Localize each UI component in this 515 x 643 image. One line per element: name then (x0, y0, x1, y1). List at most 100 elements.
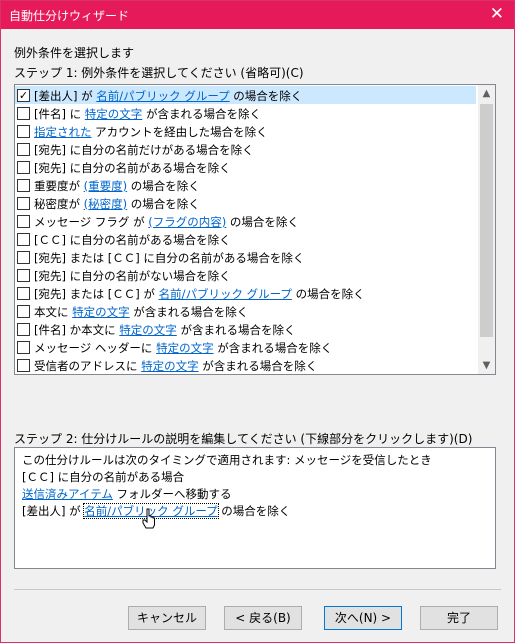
checkbox-icon[interactable] (17, 215, 30, 228)
condition-link[interactable]: (重要度) (84, 179, 127, 193)
condition-row[interactable]: 本文に 特定の文字 が含まれる場合を除く (15, 302, 476, 320)
condition-text: [件名] に (34, 107, 85, 121)
checkbox-icon[interactable] (17, 233, 30, 246)
condition-row[interactable]: 受信者のアドレスに 特定の文字 が含まれる場合を除く (15, 356, 476, 374)
back-button[interactable]: < 戻る(B) (224, 606, 302, 630)
condition-row[interactable]: 秘密度が (秘密度) の場合を除く (15, 194, 476, 212)
exception-conditions-list[interactable]: ✓ [差出人] が 名前/パブリック グループ の場合を除く [件名] に 特定の文… (14, 84, 496, 375)
condition-link[interactable]: 名前/パブリック グループ (159, 287, 292, 301)
checkbox-icon[interactable] (17, 359, 30, 372)
condition-link[interactable]: 特定の文字 (85, 107, 143, 121)
condition-link[interactable]: 名前/パブリック グループ (96, 89, 229, 103)
button-separator (14, 589, 501, 590)
condition-text: メッセージ ヘッダーに (34, 341, 157, 355)
condition-row[interactable]: [宛先] または [ＣＣ] に自分の名前がある場合を除く (15, 248, 476, 266)
condition-label: [宛先] または [ＣＣ] に自分の名前がある場合を除く (34, 250, 304, 266)
description-line-condition: [ＣＣ] に自分の名前がある場合 (22, 470, 185, 484)
condition-row[interactable]: [件名] か本文に 特定の文字 が含まれる場合を除く (15, 320, 476, 338)
checkbox-icon[interactable] (17, 143, 30, 156)
checkbox-icon[interactable] (17, 107, 30, 120)
condition-row[interactable]: [宛先] に自分の名前がある場合を除く (15, 158, 476, 176)
condition-link[interactable]: 指定された (34, 125, 92, 139)
condition-text: の場合を除く (226, 215, 299, 229)
condition-label: [宛先] に自分の名前がある場合を除く (34, 160, 231, 176)
condition-text: [差出人] が (34, 89, 97, 103)
condition-text: が含まれる場合を除く (213, 341, 333, 355)
checkbox-checked-icon[interactable]: ✓ (17, 89, 30, 102)
rule-description-box: この仕分けルールは次のタイミングで適用されます: メッセージを受信したとき [Ｃ… (14, 447, 496, 569)
condition-link[interactable]: 特定の文字 (72, 305, 130, 319)
condition-row[interactable]: 重要度が (重要度) の場合を除く (15, 176, 476, 194)
description-line-action: 送信済みアイテム フォルダーへ移動する (22, 486, 232, 502)
condition-link[interactable]: (フラグの内容) (148, 215, 226, 229)
condition-text: [件名] か本文に (34, 323, 120, 337)
folder-link[interactable]: 送信済みアイテム (22, 487, 113, 501)
condition-row[interactable]: ✓ [差出人] が 名前/パブリック グループ の場合を除く (15, 86, 476, 104)
description-line-timing: この仕分けルールは次のタイミングで適用されます: メッセージを受信したとき (22, 453, 432, 467)
condition-row[interactable]: [宛先] に自分の名前だけがある場合を除く (15, 140, 476, 158)
condition-link[interactable]: (秘密度) (84, 197, 127, 211)
condition-text: が含まれる場合を除く (176, 323, 296, 337)
list-scrollbar[interactable]: ▲ ▼ (478, 85, 495, 374)
condition-label: メッセージ フラグ が (フラグの内容) の場合を除く (34, 214, 299, 230)
condition-row[interactable]: 指定された アカウントを経由した場合を除く (15, 122, 476, 140)
condition-row[interactable]: [件名] に 特定の文字 が含まれる場合を除く (15, 104, 476, 122)
condition-label: メッセージ ヘッダーに 特定の文字 が含まれる場合を除く (34, 340, 332, 356)
condition-label: [差出人] が 名前/パブリック グループ の場合を除く (34, 88, 302, 104)
condition-text: アカウントを経由した場合を除く (91, 125, 268, 139)
exception-suffix: の場合を除く (217, 504, 291, 518)
scroll-up-icon[interactable]: ▲ (478, 85, 495, 102)
scroll-down-icon[interactable]: ▼ (478, 357, 495, 374)
condition-link[interactable]: 特定の文字 (141, 359, 199, 373)
close-icon[interactable]: ✕ (490, 4, 504, 24)
condition-label: 指定された アカウントを経由した場合を除く (34, 124, 268, 140)
step1-label: ステップ 1: 例外条件を選択してください (省略可)(C) (14, 66, 304, 80)
condition-row[interactable]: [ＣＣ] に自分の名前がある場合を除く (15, 230, 476, 248)
scroll-thumb[interactable] (480, 104, 493, 337)
finish-button[interactable]: 完了 (420, 606, 498, 630)
checkbox-icon[interactable] (17, 161, 30, 174)
next-button[interactable]: 次へ(N) > (324, 606, 402, 630)
checkbox-icon[interactable] (17, 269, 30, 282)
condition-row[interactable]: [宛先] に自分の名前がない場合を除く (15, 266, 476, 284)
condition-row[interactable]: メッセージ ヘッダーに 特定の文字 が含まれる場合を除く (15, 338, 476, 356)
condition-text: が含まれる場合を除く (198, 359, 318, 373)
condition-text: [宛先] に自分の名前だけがある場合を除く (34, 143, 254, 157)
condition-text: の場合を除く (291, 287, 365, 301)
checkbox-icon[interactable] (17, 305, 30, 318)
checkbox-icon[interactable] (17, 197, 30, 210)
condition-row[interactable]: メッセージ フラグ が (フラグの内容) の場合を除く (15, 212, 476, 230)
condition-link[interactable]: 特定の文字 (119, 323, 177, 337)
condition-text: の場合を除く (127, 179, 200, 193)
condition-text: [宛先] に自分の名前がある場合を除く (34, 161, 231, 175)
checkbox-icon[interactable] (17, 341, 30, 354)
condition-text: 受信者のアドレスに (34, 359, 142, 373)
condition-label: [宛先] に自分の名前がない場合を除く (34, 268, 231, 284)
condition-text: が含まれる場合を除く (142, 107, 261, 121)
condition-text: の場合を除く (127, 197, 200, 211)
condition-label: 重要度が (重要度) の場合を除く (34, 178, 200, 194)
condition-text: が含まれる場合を除く (129, 305, 249, 319)
action-text: フォルダーへ移動する (112, 487, 232, 501)
title-bar: 自動仕分けウィザード ✕ (1, 1, 514, 29)
exception-prefix: [差出人] が (22, 504, 85, 518)
checkbox-icon[interactable] (17, 287, 30, 300)
checkbox-icon[interactable] (17, 323, 30, 336)
condition-text: [ＣＣ] に自分の名前がある場合を除く (34, 233, 231, 247)
condition-row[interactable]: [宛先] または [ＣＣ] が 名前/パブリック グループ の場合を除く (15, 284, 476, 302)
condition-label: 秘密度が (秘密度) の場合を除く (34, 196, 200, 212)
hand-pointer-icon (142, 508, 155, 529)
condition-row[interactable]: 差出人のアドレスに 特定の文字 が含まれる場合を除く (15, 374, 476, 375)
rules-wizard-window: 自動仕分けウィザード ✕ 例外条件を選択します ステップ 1: 例外条件を選択し… (0, 0, 515, 643)
condition-text: の場合を除く (229, 89, 303, 103)
page-heading: 例外条件を選択します (14, 46, 135, 60)
checkbox-icon[interactable] (17, 125, 30, 138)
condition-link[interactable]: 特定の文字 (156, 341, 214, 355)
condition-label: 本文に 特定の文字 が含まれる場合を除く (34, 304, 248, 320)
condition-label: [件名] か本文に 特定の文字 が含まれる場合を除く (34, 322, 295, 338)
condition-label: [宛先] に自分の名前だけがある場合を除く (34, 142, 254, 158)
checkbox-icon[interactable] (17, 179, 30, 192)
cancel-button[interactable]: キャンセル (128, 606, 206, 630)
condition-text: 重要度が (34, 179, 84, 193)
checkbox-icon[interactable] (17, 251, 30, 264)
